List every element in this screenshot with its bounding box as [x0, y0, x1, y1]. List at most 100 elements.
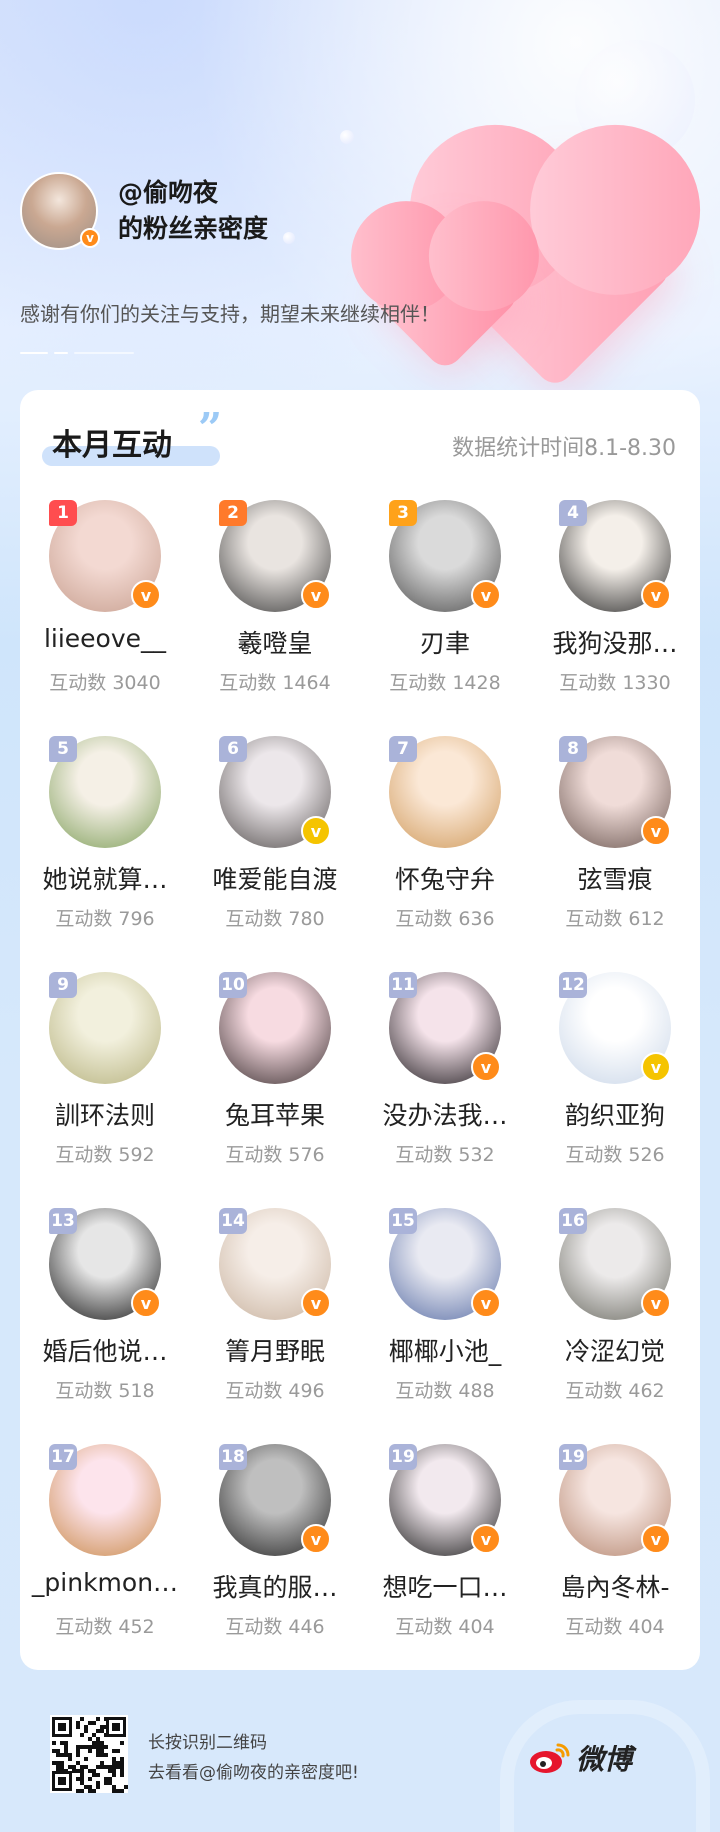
fan-name[interactable]: 箐月野眠	[190, 1332, 360, 1368]
rank-badge: 6	[219, 736, 247, 762]
fan-name[interactable]: 兔耳苹果	[190, 1096, 360, 1132]
rank-badge: 4	[559, 500, 587, 526]
fan-item[interactable]: 9 訓环法则 互动数 592	[20, 972, 190, 1208]
rank-badge: 17	[49, 1444, 77, 1470]
weibo-icon	[530, 1743, 570, 1773]
fan-name[interactable]: 我狗没那…	[530, 624, 700, 660]
interaction-count: 互动数 3040	[49, 672, 161, 694]
rank-badge: 19	[389, 1444, 417, 1470]
fan-avatar-wrap[interactable]: 15 v	[389, 1208, 501, 1320]
fan-item[interactable]: 18 v 我真的服… 互动数 446	[190, 1444, 360, 1680]
fan-avatar-wrap[interactable]: 6v	[219, 736, 331, 848]
verified-icon: v	[641, 816, 671, 846]
fan-item[interactable]: 3 v 刃聿 互动数 1428	[360, 500, 530, 736]
fan-avatar-wrap[interactable]: 2v	[219, 500, 331, 612]
interaction-count: 互动数 780	[225, 908, 325, 930]
fan-avatar-wrap[interactable]: 18 v	[219, 1444, 331, 1556]
interaction-count: 互动数 576	[225, 1144, 325, 1166]
fan-item[interactable]: 15 v 椰椰小池_ 互动数 488	[360, 1208, 530, 1444]
rank-badge: 10	[219, 972, 247, 998]
fan-avatar-wrap[interactable]: 1v	[49, 500, 161, 612]
verified-icon: v	[471, 1052, 501, 1082]
fan-item[interactable]: 5 她说就算… 互动数 796	[20, 736, 190, 972]
interaction-count: 互动数 796	[55, 908, 155, 930]
fan-item[interactable]: 19 v 島內冬林- 互动数 404	[530, 1444, 700, 1680]
fan-avatar-wrap[interactable]: 14 v	[219, 1208, 331, 1320]
fan-avatar-wrap[interactable]: 5	[49, 736, 161, 848]
fan-name[interactable]: 刃聿	[360, 624, 530, 660]
interaction-count: 互动数 1330	[559, 672, 671, 694]
fan-name[interactable]: 椰椰小池_	[360, 1332, 530, 1368]
fan-avatar-wrap[interactable]: 19 v	[559, 1444, 671, 1556]
fan-name[interactable]: liieeove__	[20, 624, 190, 653]
rank-badge: 15	[389, 1208, 417, 1234]
fan-name[interactable]: _pinkmon…	[20, 1568, 190, 1597]
fan-avatar-wrap[interactable]: 19 v	[389, 1444, 501, 1556]
fan-item[interactable]: 16 v 冷涩幻觉 互动数 462	[530, 1208, 700, 1444]
fan-name[interactable]: 唯爱能自渡	[190, 860, 360, 896]
fan-avatar-wrap[interactable]: 7	[389, 736, 501, 848]
fan-item[interactable]: 6 v 唯爱能自渡 互动数 780	[190, 736, 360, 972]
fan-item[interactable]: 1 v liieeove__ 互动数 3040	[20, 500, 190, 736]
rank-badge: 14	[219, 1208, 247, 1234]
verified-icon: v	[641, 1524, 671, 1554]
fan-name[interactable]: 她说就算…	[20, 860, 190, 896]
fan-avatar-wrap[interactable]: 4v	[559, 500, 671, 612]
fan-avatar-wrap[interactable]: 11 v	[389, 972, 501, 1084]
fan-item[interactable]: 12 v 韵织亚狗互动数 526	[530, 972, 700, 1208]
rank-badge: 5	[49, 736, 77, 762]
fan-avatar-wrap[interactable]: 8v	[559, 736, 671, 848]
fan-name[interactable]: 韵织亚狗	[530, 1096, 700, 1132]
decorative-lines	[20, 346, 170, 360]
fan-item[interactable]: 8 v 弦雪痕 互动数 612	[530, 736, 700, 972]
fan-name[interactable]: 訓环法则	[20, 1096, 190, 1132]
rank-badge: 11	[389, 972, 417, 998]
rank-badge: 19	[559, 1444, 587, 1470]
fan-name[interactable]: 没办法我…	[360, 1096, 530, 1132]
footer-line-1: 长按识别二维码	[148, 1733, 267, 1753]
card-title: 本月互动	[52, 428, 172, 463]
fan-item[interactable]: 11 v 没办法我… 互动数 532	[360, 972, 530, 1208]
fan-name[interactable]: 冷涩幻觉	[530, 1332, 700, 1368]
owner-handle[interactable]: @偷吻夜	[118, 175, 268, 211]
verified-icon: v	[641, 1052, 671, 1082]
owner-avatar[interactable]: v	[20, 172, 100, 250]
bubble-decoration	[283, 232, 295, 244]
interaction-count: 互动数 532	[395, 1144, 495, 1166]
interaction-count: 互动数 518	[55, 1380, 155, 1402]
weibo-logo: 微博	[528, 1738, 632, 1778]
page-subtitle: 的粉丝亲密度	[118, 214, 269, 243]
fan-item[interactable]: 7 怀兔守弁 互动数 636	[360, 736, 530, 972]
fan-avatar-wrap[interactable]: 17	[49, 1444, 161, 1556]
fan-name[interactable]: 婚后他说…	[20, 1332, 190, 1368]
profile-header: v @偷吻夜 的粉丝亲密度	[20, 172, 268, 250]
fan-avatar-wrap[interactable]: 3v	[389, 500, 501, 612]
fan-item[interactable]: 10 兔耳苹果互动数 576	[190, 972, 360, 1208]
interaction-count: 互动数 526	[565, 1144, 665, 1166]
fan-avatar-wrap[interactable]: 9	[49, 972, 161, 1084]
fan-item[interactable]: 17 _pinkmon… 互动数 452	[20, 1444, 190, 1680]
fan-item[interactable]: 13 v 婚后他说… 互动数 518	[20, 1208, 190, 1444]
interaction-count: 互动数 488	[395, 1380, 495, 1402]
fan-name[interactable]: 羲噔皇	[190, 624, 360, 660]
fan-name[interactable]: 弦雪痕	[530, 860, 700, 896]
verified-icon: v	[301, 816, 331, 846]
fan-avatar-wrap[interactable]: 10	[219, 972, 331, 1084]
stat-time-range: 数据统计时间8.1-8.30	[452, 436, 676, 461]
fan-avatar-wrap[interactable]: 12 v	[559, 972, 671, 1084]
rank-badge: 1	[49, 500, 77, 526]
qr-code[interactable]	[50, 1715, 128, 1793]
monthly-interaction-card: 本月互动 ” 数据统计时间8.1-8.30 1 v liieeove__ 互动数 30…	[20, 390, 700, 1670]
heart-icon	[367, 217, 523, 373]
fan-name[interactable]: 想吃一口…	[360, 1568, 530, 1604]
fan-name[interactable]: 島內冬林-	[530, 1568, 700, 1604]
fan-item[interactable]: 19 v 想吃一口… 互动数 404	[360, 1444, 530, 1680]
rank-badge: 8	[559, 736, 587, 762]
fan-avatar-wrap[interactable]: 13 v	[49, 1208, 161, 1320]
fan-item[interactable]: 4 v 我狗没那… 互动数 1330	[530, 500, 700, 736]
fan-name[interactable]: 我真的服…	[190, 1568, 360, 1604]
fan-name[interactable]: 怀兔守弁	[360, 860, 530, 896]
fan-item[interactable]: 2 v 羲噔皇 互动数 1464	[190, 500, 360, 736]
fan-avatar-wrap[interactable]: 16 v	[559, 1208, 671, 1320]
fan-item[interactable]: 14 v 箐月野眠 互动数 496	[190, 1208, 360, 1444]
